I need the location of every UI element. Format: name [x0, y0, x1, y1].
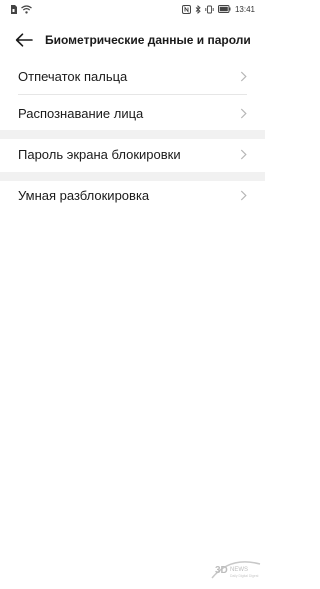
list-item-label: Пароль экрана блокировки — [18, 146, 181, 162]
watermark-logo: 3D NEWS Daily Digital Digest — [210, 558, 262, 582]
page-title: Биометрические данные и пароли — [45, 33, 251, 47]
svg-text:Daily Digital Digest: Daily Digital Digest — [230, 574, 259, 578]
3dnews-logo-icon: 3D NEWS Daily Digital Digest — [211, 561, 261, 579]
wifi-icon — [21, 4, 32, 14]
settings-group-smart-unlock: Умная разблокировка — [0, 177, 265, 213]
list-item-label: Отпечаток пальца — [18, 68, 128, 84]
back-button[interactable] — [11, 27, 37, 53]
nfc-icon — [181, 4, 191, 14]
list-item-fingerprint[interactable]: Отпечаток пальца — [0, 58, 265, 94]
list-item-lock-screen-password[interactable]: Пароль экрана блокировки — [0, 136, 265, 172]
svg-text:NEWS: NEWS — [230, 567, 248, 573]
sim-icon — [10, 4, 17, 14]
arrow-left-icon — [15, 33, 33, 47]
chevron-right-icon — [240, 71, 247, 82]
battery-icon — [217, 5, 231, 13]
chevron-right-icon — [240, 108, 247, 119]
vibrate-icon — [205, 5, 214, 14]
settings-group-lock-screen: Пароль экрана блокировки — [0, 136, 265, 172]
clock: 13:41 — [234, 4, 255, 14]
bluetooth-icon — [195, 4, 201, 14]
status-bar: 13:41 — [0, 0, 265, 18]
app-bar: Биометрические данные и пароли — [0, 26, 265, 54]
svg-text:3D: 3D — [215, 565, 228, 576]
chevron-right-icon — [240, 149, 247, 160]
list-item-face-recognition[interactable]: Распознавание лица — [0, 95, 265, 131]
list-item-smart-unlock[interactable]: Умная разблокировка — [0, 177, 265, 213]
list-item-label: Распознавание лица — [18, 105, 144, 121]
chevron-right-icon — [240, 190, 247, 201]
settings-group-biometrics: Отпечаток пальца Распознавание лица — [0, 58, 265, 131]
list-item-label: Умная разблокировка — [18, 187, 150, 203]
